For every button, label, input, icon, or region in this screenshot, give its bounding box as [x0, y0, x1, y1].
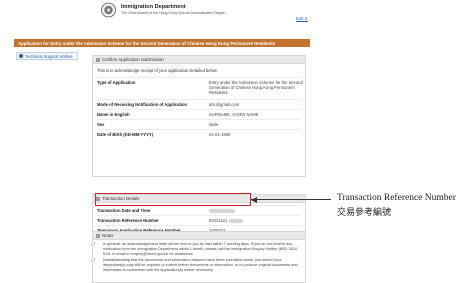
hk-emblem-icon	[101, 2, 116, 18]
confirm-panel-title: Confirm Application Submission	[102, 57, 164, 62]
detail-row: Name in English SURNAME, GIVEN NAME	[97, 109, 301, 119]
detail-row: Mode of Receiving Notification of Applic…	[97, 99, 301, 109]
info-icon	[19, 54, 23, 58]
detail-label: Sex	[97, 122, 105, 127]
site-header: Immigration Department The Government of…	[0, 0, 316, 28]
detail-value: Entry under the Admission Scheme for the…	[209, 80, 303, 95]
note-item: Notwithstanding that the documents and i…	[103, 258, 301, 273]
callout-english-label: Transaction Reference Number	[337, 193, 456, 203]
notes-list: In general, an acknowledgement letter wi…	[97, 242, 301, 273]
detail-value: Male	[209, 122, 219, 127]
technical-support-label: Technical Support Hotline	[25, 53, 73, 59]
acknowledgement-text: This is to acknowledge receipt of your a…	[97, 68, 217, 73]
detail-value: SURNAME, GIVEN NAME	[209, 112, 259, 117]
department-subtitle: The Government of the Hong Kong Special …	[121, 11, 226, 15]
confirm-submission-panel: Confirm Application Submission This is t…	[92, 55, 306, 177]
detail-label: Name in English	[97, 112, 130, 117]
transaction-value: 63421121	[209, 218, 305, 223]
transaction-label: Transaction Reference Number	[97, 218, 159, 223]
transaction-label: Transaction Date and Time	[97, 208, 151, 213]
callout-arrow-icon	[251, 196, 257, 203]
detail-label: Mode of Receiving Notification of Applic…	[97, 102, 188, 107]
page-title: Application for Entry under the Admissio…	[14, 39, 310, 47]
notes-panel-title: Notes	[102, 233, 114, 238]
detail-value: abc@gmail.com	[209, 102, 240, 107]
panel-collapse-icon	[96, 233, 100, 238]
transaction-value	[209, 208, 305, 213]
callout-line	[251, 199, 331, 200]
redacted-value	[209, 208, 235, 213]
exit-link[interactable]: Exit X	[296, 16, 308, 21]
detail-row: Type of Application Entry under the Admi…	[97, 77, 303, 99]
transaction-row: Transaction Reference Number 63421121	[97, 215, 301, 225]
detail-row: Sex Male	[97, 119, 301, 129]
detail-label: Type of Application	[97, 80, 136, 85]
confirm-panel-heading: Confirm Application Submission	[93, 56, 305, 64]
application-window: Immigration Department The Government of…	[0, 0, 316, 283]
detail-label: Date of Birth (DD-MM-YYYY)	[97, 132, 154, 137]
callout-chinese-label: 交易參考編號	[337, 207, 392, 217]
reference-number-highlight	[95, 193, 251, 206]
notes-panel: Notes In general, an acknowledgement let…	[92, 231, 306, 283]
redacted-value	[228, 218, 243, 223]
detail-row: Date of Birth (DD-MM-YYYY) 01-01-1990	[97, 129, 301, 139]
panel-collapse-icon	[96, 57, 100, 62]
technical-support-button[interactable]: Technical Support Hotline	[16, 52, 78, 60]
transaction-ref-number: 63421121	[209, 218, 228, 223]
note-item: In general, an acknowledgement letter wi…	[103, 242, 301, 257]
detail-value: 01-01-1990	[209, 132, 231, 137]
department-name: Immigration Department	[121, 4, 186, 10]
notes-panel-heading: Notes	[93, 232, 305, 240]
transaction-row: Transaction Date and Time	[97, 205, 301, 215]
